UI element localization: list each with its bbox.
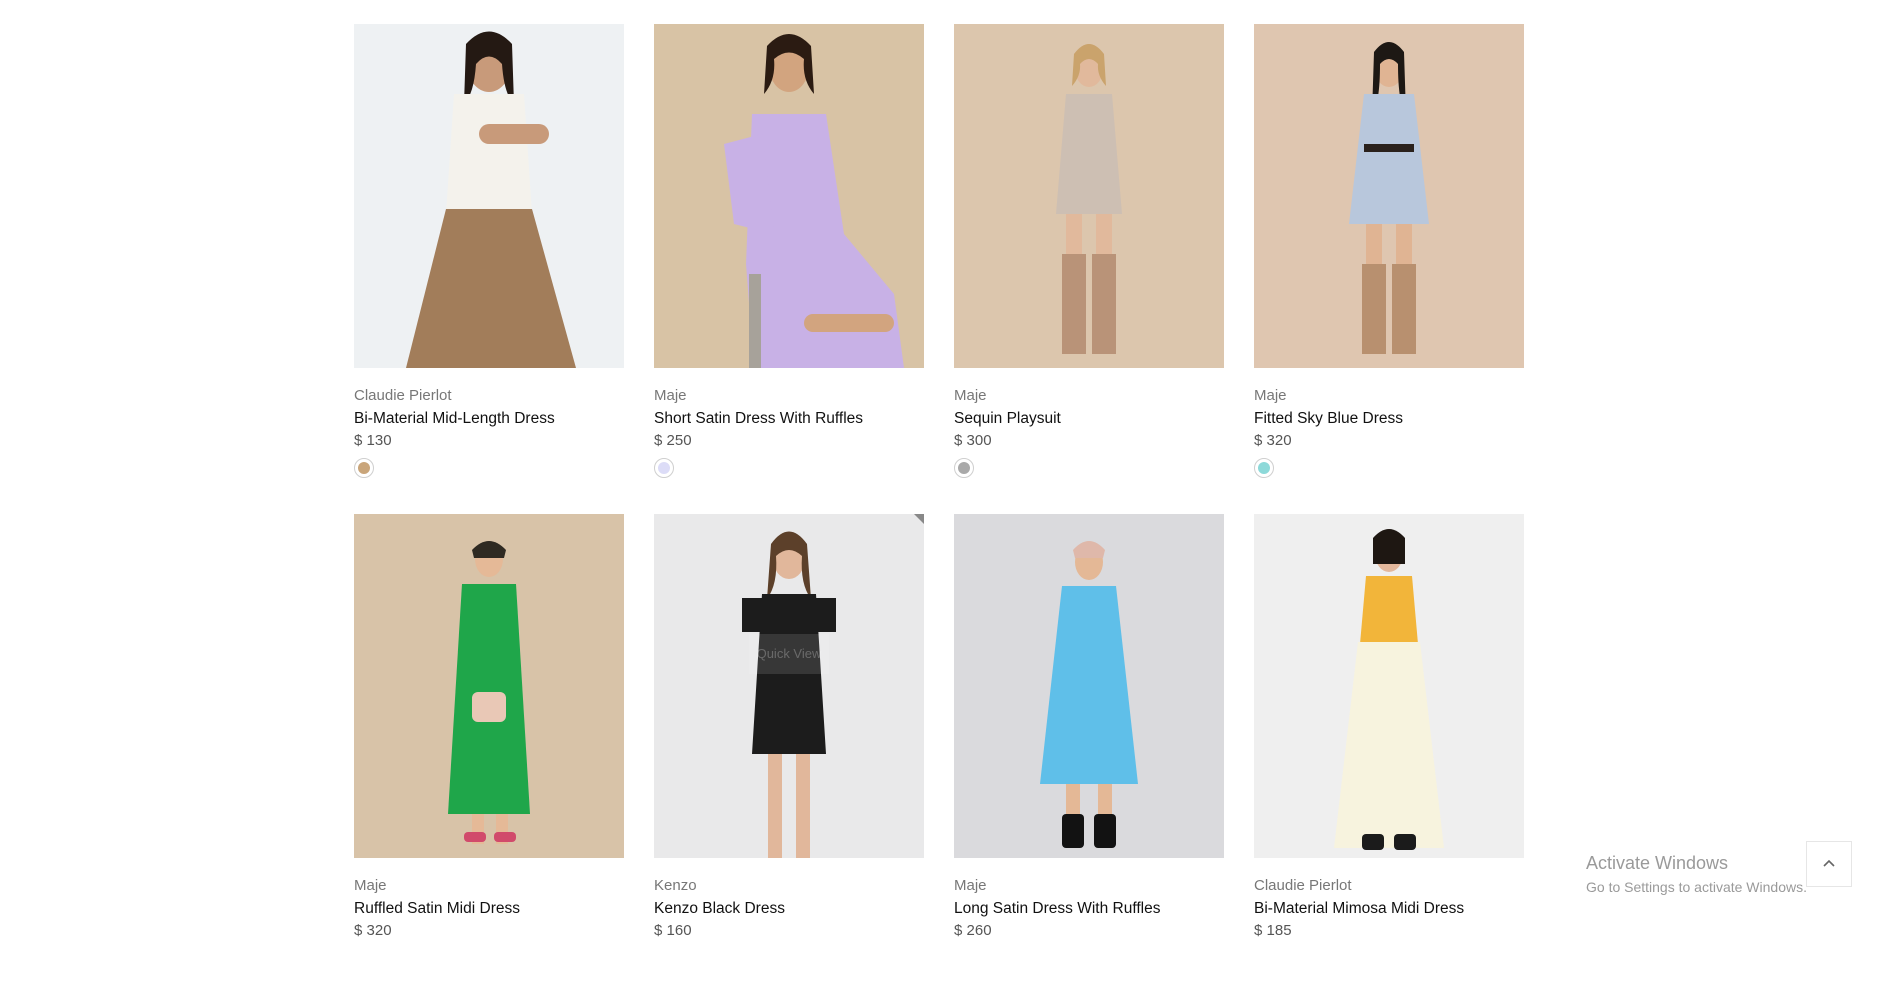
product-price: $ 185: [1254, 922, 1292, 939]
product-price: $ 300: [954, 432, 992, 449]
product-image[interactable]: [354, 24, 624, 368]
product-brand[interactable]: Kenzo: [654, 876, 924, 896]
product-price: $ 320: [1254, 432, 1292, 449]
quick-view-button[interactable]: Quick View: [749, 634, 829, 674]
product-card[interactable]: Maje Fitted Sky Blue Dress $ 320: [1254, 24, 1524, 514]
color-swatch[interactable]: [354, 458, 374, 478]
activate-windows-subtitle: Go to Settings to activate Windows.: [1586, 879, 1807, 895]
product-card[interactable]: Maje Ruffled Satin Midi Dress $ 320: [354, 514, 624, 1004]
product-image[interactable]: [1254, 514, 1524, 858]
product-image[interactable]: [654, 24, 924, 368]
scroll-to-top-button[interactable]: [1806, 841, 1852, 887]
model-photo: [448, 541, 530, 844]
product-price: $ 250: [654, 432, 692, 449]
product-price: $ 260: [954, 922, 992, 939]
product-card[interactable]: Claudie Pierlot Bi-Material Mimosa Midi …: [1254, 514, 1524, 1004]
corner-marker: [914, 514, 924, 524]
model-photo: [1056, 44, 1122, 354]
product-image[interactable]: [954, 514, 1224, 858]
product-grid: Claudie Pierlot Bi-Material Mid-Length D…: [354, 24, 1526, 1004]
color-swatch[interactable]: [654, 458, 674, 478]
product-brand[interactable]: Maje: [954, 386, 1224, 406]
product-image[interactable]: [954, 24, 1224, 368]
model-photo: [1334, 529, 1444, 850]
color-swatch[interactable]: [954, 458, 974, 478]
product-brand[interactable]: Claudie Pierlot: [354, 386, 624, 406]
product-image[interactable]: [1254, 24, 1524, 368]
product-name[interactable]: Bi-Material Mid-Length Dress: [354, 408, 624, 430]
product-price: $ 320: [354, 922, 392, 939]
product-card[interactable]: Claudie Pierlot Bi-Material Mid-Length D…: [354, 24, 624, 514]
model-photo: [406, 31, 576, 368]
chevron-up-icon: [1823, 859, 1835, 867]
product-price: $ 160: [654, 922, 692, 939]
product-card[interactable]: Maje Sequin Playsuit $ 300: [954, 24, 1224, 514]
model-photo: [724, 34, 904, 368]
activate-windows-watermark: Activate Windows Go to Settings to activ…: [1586, 851, 1807, 897]
model-photo: [742, 531, 836, 858]
activate-windows-title: Activate Windows: [1586, 853, 1729, 873]
product-name[interactable]: Ruffled Satin Midi Dress: [354, 898, 624, 920]
model-photo: [1040, 541, 1138, 848]
product-brand[interactable]: Maje: [1254, 386, 1524, 406]
product-name[interactable]: Fitted Sky Blue Dress: [1254, 408, 1524, 430]
model-photo: [1349, 42, 1429, 354]
product-name[interactable]: Kenzo Black Dress: [654, 898, 924, 920]
product-card[interactable]: Maje Short Satin Dress With Ruffles $ 25…: [654, 24, 924, 514]
product-name[interactable]: Sequin Playsuit: [954, 408, 1224, 430]
product-image[interactable]: Quick View: [654, 514, 924, 858]
product-brand[interactable]: Claudie Pierlot: [1254, 876, 1524, 896]
product-name[interactable]: Short Satin Dress With Ruffles: [654, 408, 924, 430]
product-brand[interactable]: Maje: [354, 876, 624, 896]
product-image[interactable]: [354, 514, 624, 858]
product-price: $ 130: [354, 432, 392, 449]
product-brand[interactable]: Maje: [654, 386, 924, 406]
product-card[interactable]: Quick View Kenzo Kenzo Black Dress $ 160: [654, 514, 924, 1004]
product-card[interactable]: Maje Long Satin Dress With Ruffles $ 260: [954, 514, 1224, 1004]
color-swatch[interactable]: [1254, 458, 1274, 478]
product-name[interactable]: Bi-Material Mimosa Midi Dress: [1254, 898, 1524, 920]
product-name[interactable]: Long Satin Dress With Ruffles: [954, 898, 1224, 920]
product-brand[interactable]: Maje: [954, 876, 1224, 896]
